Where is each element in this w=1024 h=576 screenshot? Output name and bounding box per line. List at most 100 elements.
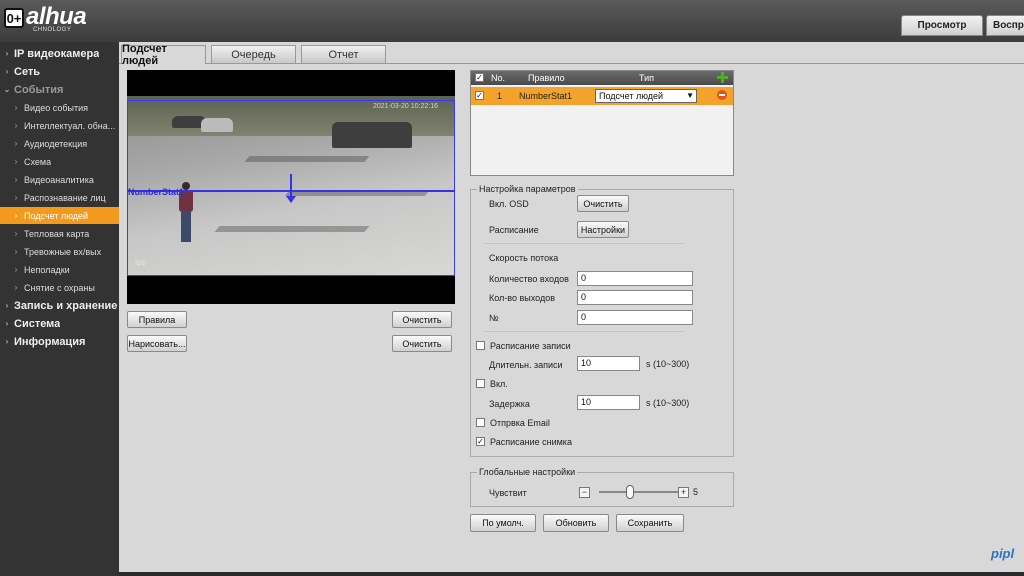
rule-checkbox[interactable]: ✓ [475,91,484,100]
sidebar-item-information[interactable]: › Информация [0,333,119,350]
divider [484,331,684,332]
email-checkbox[interactable] [476,418,485,427]
sidebar-item-face-recognition[interactable]: › Распознавание лиц [0,189,119,206]
schedule-label: Расписание [489,225,539,235]
sidebar-item-system[interactable]: › Система [0,315,119,332]
chevron-right-icon: › [5,49,9,58]
sensitivity-value: 5 [693,487,699,497]
column-rule: Правило [528,73,565,83]
default-button[interactable]: По умолч. [470,514,536,532]
schedule-settings-button[interactable]: Настройки [577,221,629,238]
exits-label: Кол-во выходов [489,293,555,303]
chevron-right-icon: › [5,337,9,346]
parameters-legend: Настройка параметров [477,184,578,194]
sidebar-item-storage[interactable]: › Запись и хранение [0,297,119,314]
sensitivity-decrease-button[interactable]: − [579,487,590,498]
flow-rate-label: Скорость потока [489,253,559,263]
channel-watermark: pipl [991,546,1015,561]
clear-drawing-button[interactable]: Очистить [392,335,452,352]
sidebar-item-video-events[interactable]: › Видео события [0,99,119,116]
rules-button[interactable]: Правила [127,311,187,328]
sidebar-item-disarm[interactable]: › Снятие с охраны [0,279,119,296]
chevron-right-icon: › [14,211,18,220]
column-no: No. [491,73,506,83]
snapshot-schedule-checkbox[interactable]: ✓ [476,437,485,446]
sidebar-item-network[interactable]: › Сеть [0,63,119,80]
chevron-right-icon: › [14,121,18,130]
chevron-right-icon: › [14,193,18,202]
number-field[interactable]: 0 [577,310,693,325]
remove-rule-icon[interactable] [717,90,727,100]
sidebar-item-ip-camera[interactable]: › IP видеокамера [0,45,119,62]
sensitivity-slider[interactable] [599,491,681,493]
enable-checkbox[interactable] [476,379,485,388]
exits-field[interactable]: 0 [577,290,693,305]
snapshot-schedule-label: Расписание снимка [490,437,572,447]
sidebar-item-scheme[interactable]: › Схема [0,153,119,170]
osd-clear-button[interactable]: Очистить [577,195,629,212]
email-label: Отпрвка Email [490,418,550,428]
rule-type-select[interactable]: Подсчет людей ▼ [595,89,697,103]
record-schedule-label: Расписание записи [490,341,571,351]
sensitivity-slider-handle[interactable] [626,485,634,499]
chevron-right-icon: › [5,301,9,310]
chevron-right-icon: › [5,319,9,328]
rule-overlay-label: NumberStat1 [128,187,185,197]
arrow-down-icon [286,196,296,203]
entries-field[interactable]: 0 [577,271,693,286]
record-duration-field[interactable]: 10 [577,356,640,371]
rules-table: ✓ No. Правило Тип ✓ 1 NumberStat1 Подсче… [470,70,734,176]
sidebar: › IP видеокамера › Сеть ⌄ События › Видео со… [0,42,119,576]
rule-type-value: Подсчет людей [599,91,664,101]
refresh-button[interactable]: Обновить [543,514,609,532]
video-preview[interactable]: NumberStat1 2021-03-20 10:22:16 Ipc [127,70,455,304]
table-row[interactable]: ✓ 1 NumberStat1 Подсчет людей ▼ [471,87,733,105]
number-label: № [489,313,499,323]
chevron-right-icon: › [14,283,18,292]
chevron-right-icon: › [14,139,18,148]
tab-report[interactable]: Отчет [301,45,386,64]
record-duration-range: s (10~300) [646,359,690,369]
clear-rules-button[interactable]: Очистить [392,311,452,328]
select-all-checkbox[interactable]: ✓ [475,73,484,82]
delay-field[interactable]: 10 [577,395,640,410]
sidebar-item-video-analytics[interactable]: › Видеоаналитика [0,171,119,188]
osd-label: Вкл. OSD [489,199,529,209]
save-button[interactable]: Сохранить [616,514,684,532]
sidebar-item-alarm-io[interactable]: › Тревожные вх/вых [0,243,119,260]
chevron-right-icon: › [14,175,18,184]
sidebar-item-heat-map[interactable]: › Тепловая карта [0,225,119,242]
sensitivity-label: Чувствит [489,488,527,498]
main-panel: Подсчет людей Очередь Отчет NumberStat1 … [119,42,1024,572]
sensitivity-increase-button[interactable]: + [678,487,689,498]
top-bar: 0+ alhua CHNOLOGY Просмотр Воспр [0,0,1024,42]
delay-label: Задержка [489,399,530,409]
column-type: Тип [639,73,655,83]
chevron-right-icon: › [14,229,18,238]
tab-live-view[interactable]: Просмотр [901,15,983,36]
tab-queue[interactable]: Очередь [211,45,296,64]
record-schedule-checkbox[interactable] [476,341,485,350]
chevron-down-icon: ⌄ [3,85,11,94]
osd-channel: Ipc [135,258,146,267]
add-rule-icon[interactable] [717,72,728,83]
rule-name: NumberStat1 [519,91,573,101]
record-duration-label: Длительн. записи [489,360,563,370]
rule-number: 1 [497,91,503,101]
rules-table-header: ✓ No. Правило Тип [471,71,733,85]
tab-people-counting[interactable]: Подсчет людей [121,43,206,67]
osd-timestamp: 2021-03-20 10:22:16 [373,103,438,110]
brand-logo-sub: CHNOLOGY [33,27,72,33]
chevron-right-icon: › [14,265,18,274]
tab-playback[interactable]: Воспр [986,15,1024,36]
sidebar-item-people-counting[interactable]: › Подсчет людей [0,207,119,224]
global-settings-legend: Глобальные настройки [477,467,578,477]
sidebar-item-events[interactable]: ⌄ События [0,81,119,98]
sidebar-item-smart-detection[interactable]: › Интеллектуал. обна... [0,117,119,134]
chevron-right-icon: › [14,157,18,166]
chevron-right-icon: › [5,67,9,76]
draw-button[interactable]: Нарисовать... [127,335,187,352]
entries-label: Количество входов [489,274,569,284]
sidebar-item-faults[interactable]: › Неполадки [0,261,119,278]
sidebar-item-audio-detection[interactable]: › Аудиодетекция [0,135,119,152]
